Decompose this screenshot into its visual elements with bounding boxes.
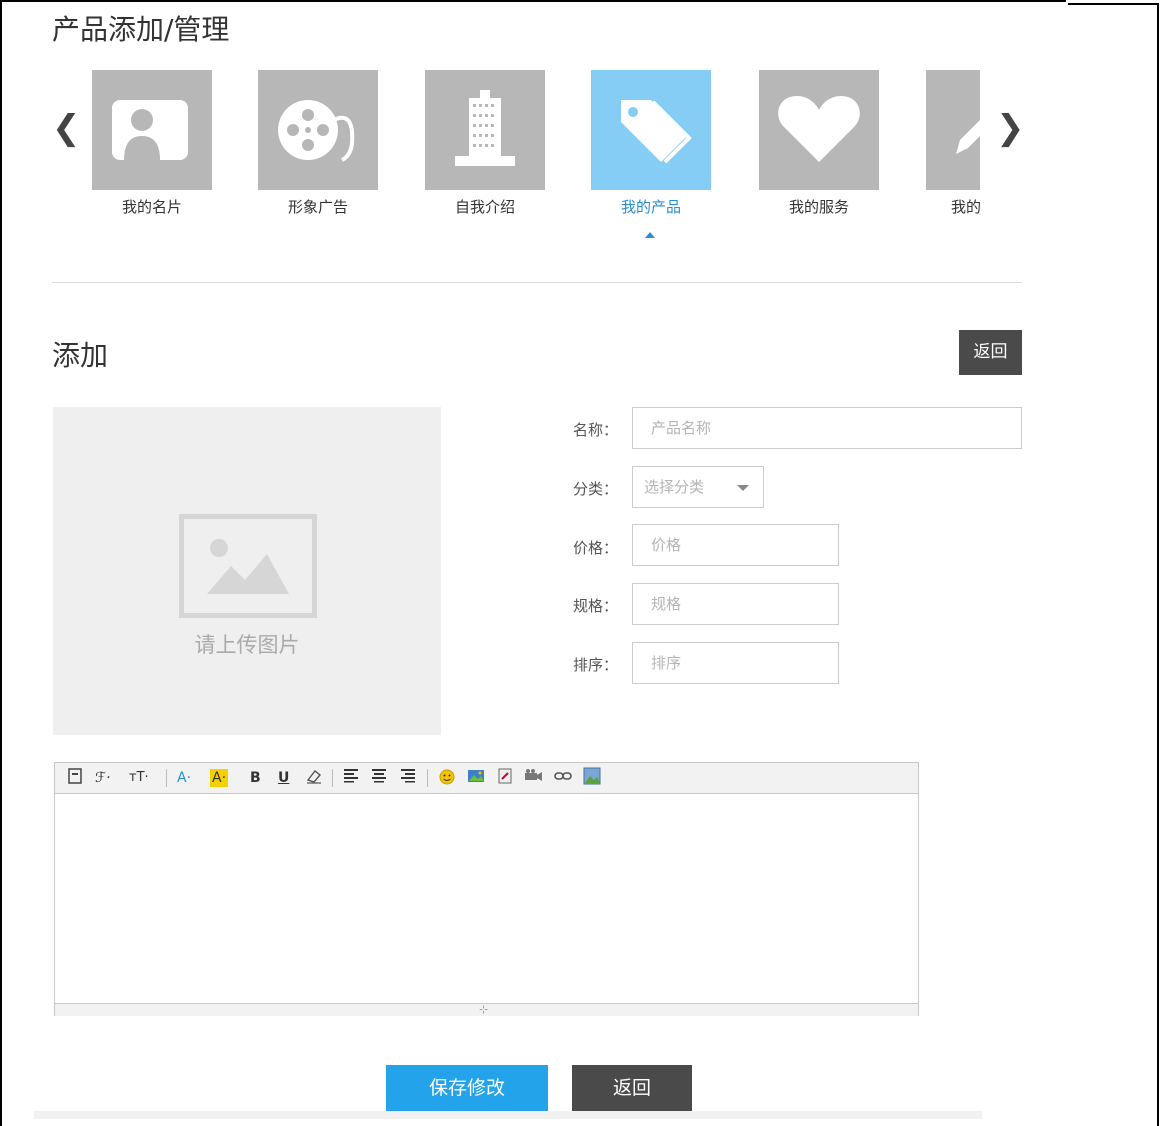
carousel-item-label: 我的名片 (121, 198, 182, 216)
video-icon[interactable] (523, 767, 543, 789)
tag-icon (621, 100, 692, 164)
editor-toolbar: ℱ· тT· A· A· B U (55, 763, 918, 794)
carousel-item-partial[interactable]: 我的 (926, 70, 980, 217)
carousel-tile (92, 70, 212, 190)
font-color-button[interactable]: A· (177, 767, 191, 789)
profile-card-icon (112, 100, 188, 160)
carousel-tile (425, 70, 545, 190)
back-button[interactable]: 返回 (959, 330, 1022, 375)
carousel-tile (759, 70, 879, 190)
resize-handle-icon[interactable]: ⊹ (479, 1004, 488, 1016)
carousel-item-self-intro[interactable]: 自我介绍 (425, 70, 545, 217)
bold-button[interactable]: B (250, 767, 261, 789)
bottom-bar (34, 1111, 982, 1119)
editor-statusbar: ⊹ (55, 1003, 918, 1016)
eraser-icon[interactable] (305, 767, 323, 789)
heart-icon (778, 96, 860, 162)
carousel-item-label: 我的产品 (620, 198, 681, 216)
building-icon (455, 90, 515, 166)
chevron-left-icon[interactable]: ❮ (52, 108, 81, 148)
price-input[interactable]: 价格 (632, 524, 839, 566)
carousel-item-my-services[interactable]: 我的服务 (759, 70, 879, 217)
carousel-item-image-ad[interactable]: 形象广告 (258, 70, 378, 217)
highlight-button[interactable]: A· (210, 769, 229, 787)
toolbar-separator (427, 769, 428, 787)
page-title: 产品添加/管理 (52, 13, 230, 46)
carousel-item-my-products[interactable]: 我的产品 (591, 70, 711, 217)
film-reel-icon (278, 100, 355, 162)
section-divider (52, 282, 1022, 283)
window-border-top (0, 0, 1066, 2)
align-center-icon[interactable] (371, 767, 387, 789)
back-button-bottom[interactable]: 返回 (572, 1065, 692, 1112)
chevron-right-icon[interactable]: ❯ (996, 108, 1025, 148)
window-border-top-right (1068, 3, 1158, 5)
align-right-icon[interactable] (400, 767, 416, 789)
carousel-tile (258, 70, 378, 190)
category-select[interactable]: 选择分类 (632, 466, 764, 508)
image-upload-area[interactable]: 请上传图片 (53, 407, 441, 735)
upload-hint: 请上传图片 (194, 633, 300, 657)
carousel-item-label: 我的服务 (788, 198, 849, 216)
category-label: 分类： (573, 480, 619, 498)
product-name-input[interactable]: 产品名称 (632, 407, 1022, 449)
save-changes-button[interactable]: 保存修改 (386, 1065, 548, 1112)
source-code-icon[interactable] (67, 767, 83, 789)
carousel-tile (591, 70, 711, 190)
spec-input[interactable]: 规格 (632, 583, 839, 625)
carousel-item-business-card[interactable]: 我的名片 (92, 70, 212, 217)
carousel-item-label: 自我介绍 (454, 198, 515, 216)
insert-image-icon[interactable] (467, 767, 485, 789)
font-size-button[interactable]: тT· (129, 767, 149, 789)
category-select-value: 选择分类 (644, 478, 705, 496)
module-carousel: 我的名片 形象广告 自我介绍 我的产品 我的服务 我的 (92, 70, 980, 250)
section-title: 添加 (52, 339, 109, 372)
rich-text-editor: ℱ· тT· A· A· B U ⊹ (54, 762, 919, 1016)
image-gallery-icon[interactable] (583, 767, 601, 789)
align-left-icon[interactable] (343, 767, 359, 789)
name-label: 名称： (573, 421, 619, 439)
font-family-icon[interactable]: ℱ· (95, 767, 110, 789)
flash-media-icon[interactable] (496, 767, 514, 789)
carousel-tile (926, 70, 980, 190)
toolbar-separator (166, 769, 167, 787)
link-icon[interactable] (553, 767, 573, 789)
pencil-icon (956, 120, 980, 154)
carousel-item-label: 形象广告 (287, 198, 348, 216)
window-border-left (0, 0, 2, 1126)
carousel-item-label: 我的 (951, 198, 980, 216)
window-border-right (1157, 3, 1159, 1126)
sort-input[interactable]: 排序 (632, 642, 839, 684)
spec-label: 规格： (573, 597, 619, 615)
image-placeholder-icon (179, 514, 317, 618)
underline-button[interactable]: U (278, 767, 289, 789)
emoticon-icon[interactable] (438, 767, 456, 789)
price-label: 价格： (573, 539, 619, 557)
active-indicator-caret (645, 232, 655, 238)
sort-label: 排序： (573, 656, 619, 674)
chevron-down-icon (737, 485, 749, 491)
editor-content-area[interactable] (55, 794, 918, 1002)
toolbar-separator (332, 769, 333, 787)
